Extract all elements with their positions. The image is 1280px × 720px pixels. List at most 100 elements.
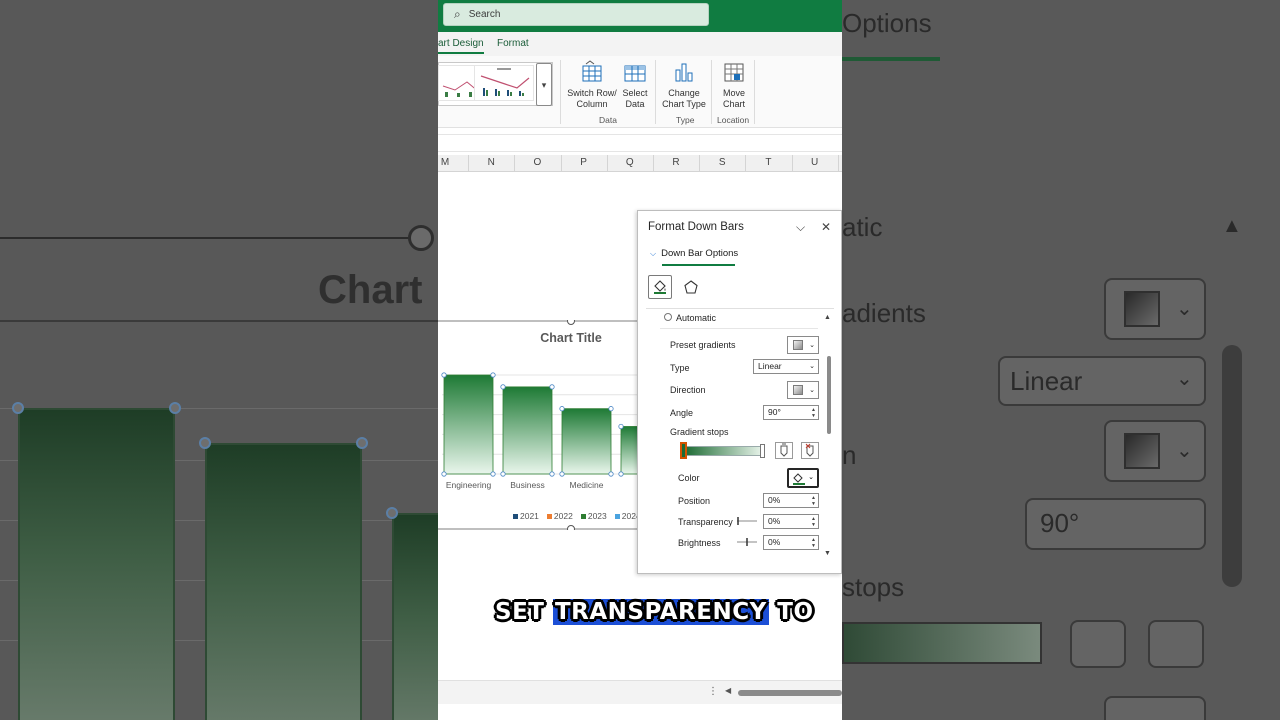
color-label: Color [678,473,700,483]
row-divider [660,328,818,329]
brightness-slider[interactable] [736,537,758,547]
pentagon-icon [684,280,698,294]
position-label: Position [678,496,711,506]
search-box[interactable]: ⌕ Search [443,3,709,26]
spin-down-icon[interactable]: ▼ [811,413,816,419]
legend-item-2022: 2022 [546,511,573,521]
gradient-swatch [793,340,803,350]
tab-format[interactable]: Format [497,38,529,49]
scroll-down-icon[interactable]: ▼ [824,550,831,557]
bg-angle-text: 90° [1040,508,1080,538]
automatic-radio[interactable] [664,313,672,321]
more-options-icon[interactable]: ⋮ [708,686,718,697]
title-bar: ⌕ Search [438,0,842,32]
bar-selection-handle [490,471,496,477]
gradient-stops-bar[interactable] [684,446,764,456]
pane-scrollbar[interactable] [827,356,831,434]
bar-selection-handle [608,406,614,412]
color-picker-button[interactable]: ⌄ [787,468,819,488]
position-input[interactable]: 0% ▲ ▼ [763,493,819,508]
switch-row-column-label-1: Switch Row/ [567,88,617,98]
bar-selection-handle [500,471,506,477]
column-header-p[interactable]: P [561,157,607,168]
pane-options-chevron-icon[interactable]: ⌵ [796,220,805,235]
change-chart-type-label-2: Chart Type [662,99,706,109]
brightness-label: Brightness [678,538,721,548]
add-stop-icon [780,443,788,457]
scroll-left-icon[interactable]: ◀ [725,686,731,695]
move-chart-label-2: Chart [722,99,745,109]
switch-row-column-button[interactable]: Switch Row/ Column [566,60,618,110]
caption-part-2: TO [768,599,814,625]
bg-remove-stop-box [1148,620,1204,668]
bg-selection-dot [386,507,398,519]
legend-item-2023: 2023 [580,511,607,521]
select-data-label-2: Data [625,99,645,109]
bg-resize-handle [408,225,434,251]
bg-selection-dot [199,437,211,449]
chart-style-thumb[interactable] [474,65,534,101]
effects-tab[interactable] [679,275,703,299]
spin-down-icon[interactable]: ▼ [811,501,816,507]
transparency-value: 0% [768,516,781,526]
bar-selection-handle [608,471,614,477]
chart-title[interactable]: Chart Title [538,331,604,345]
add-gradient-stop-button[interactable] [775,442,793,459]
angle-input[interactable]: 90° ▲ ▼ [763,405,819,420]
sheet-tab-bar: ⋮ ◀ [438,680,842,704]
pane-title: Format Down Bars [648,221,744,233]
gradient-stop-selected[interactable] [680,442,687,459]
column-header-u[interactable]: U [792,157,838,168]
chevron-down-icon: ⌄ [809,387,815,394]
caption-part-1: SET [495,599,553,625]
tab-chart-design[interactable]: art Design [438,38,484,54]
fill-line-tab[interactable] [648,275,672,299]
column-header-s[interactable]: S [699,157,745,168]
down-bar-options-tab[interactable]: ⌵ Down Bar Options [650,248,738,259]
column-separator [837,155,839,172]
gradient-stop[interactable] [760,444,765,458]
background-zoom-right: Options atic ▲ adients ⌄ Linear ⌄ n ⌄ 90… [842,0,1280,720]
spin-down-icon[interactable]: ▼ [811,522,816,528]
change-chart-type-button[interactable]: Change Chart Type [660,60,708,110]
column-header-t[interactable]: T [745,157,791,168]
select-data-label-1: Select [622,88,648,98]
close-icon[interactable]: ✕ [821,220,831,234]
remove-gradient-stop-button[interactable] [801,442,819,459]
ribbon-tabs: art Design Format [438,32,842,56]
formula-bar[interactable] [438,134,842,152]
legend-label: 2022 [553,511,573,521]
column-header-m[interactable]: M [438,157,468,168]
transparency-input[interactable]: 0% ▲ ▼ [763,514,819,529]
column-header-q[interactable]: Q [607,157,653,168]
column-header-r[interactable]: R [653,157,699,168]
chart-legend[interactable]: 2021 2022 2023 2024 [513,511,641,521]
gallery-more-button[interactable]: ▾ [536,63,552,106]
preset-gradients-dropdown[interactable]: ⌄ [787,336,819,354]
bar-2 [561,408,612,475]
spin-down-icon[interactable]: ▼ [811,543,816,549]
select-data-button[interactable]: Select Data [618,60,652,110]
bg-bar [392,513,438,720]
category-label: Business [510,480,545,490]
format-down-bars-pane: Format Down Bars ⌵ ✕ ⌵ Down Bar Options ▲… [637,210,842,574]
paint-bucket-icon [654,280,666,294]
move-chart-button[interactable]: Move Chart [716,60,752,110]
transparency-slider[interactable] [736,516,758,526]
brightness-input[interactable]: 0% ▲ ▼ [763,535,819,550]
ribbon-separator [754,60,755,124]
ribbon: ▾ Switch Row/ Column Select Data Data Ch… [438,56,842,128]
chevron-down-icon: ⌄ [808,474,814,481]
scroll-up-icon[interactable]: ▲ [824,314,831,321]
horizontal-scrollbar[interactable] [738,690,842,696]
bg-add-stop-box [1070,620,1126,668]
column-header-o[interactable]: O [514,157,560,168]
transparency-label: Transparency [678,517,733,527]
move-chart-icon [724,63,744,82]
paint-bucket-icon [793,473,805,485]
bg-preset-swatch [1124,291,1160,327]
column-header-n[interactable]: N [468,157,514,168]
bg-plot-border [0,320,438,322]
direction-dropdown[interactable]: ⌄ [787,381,819,399]
type-dropdown[interactable]: Linear ⌄ [753,359,819,374]
